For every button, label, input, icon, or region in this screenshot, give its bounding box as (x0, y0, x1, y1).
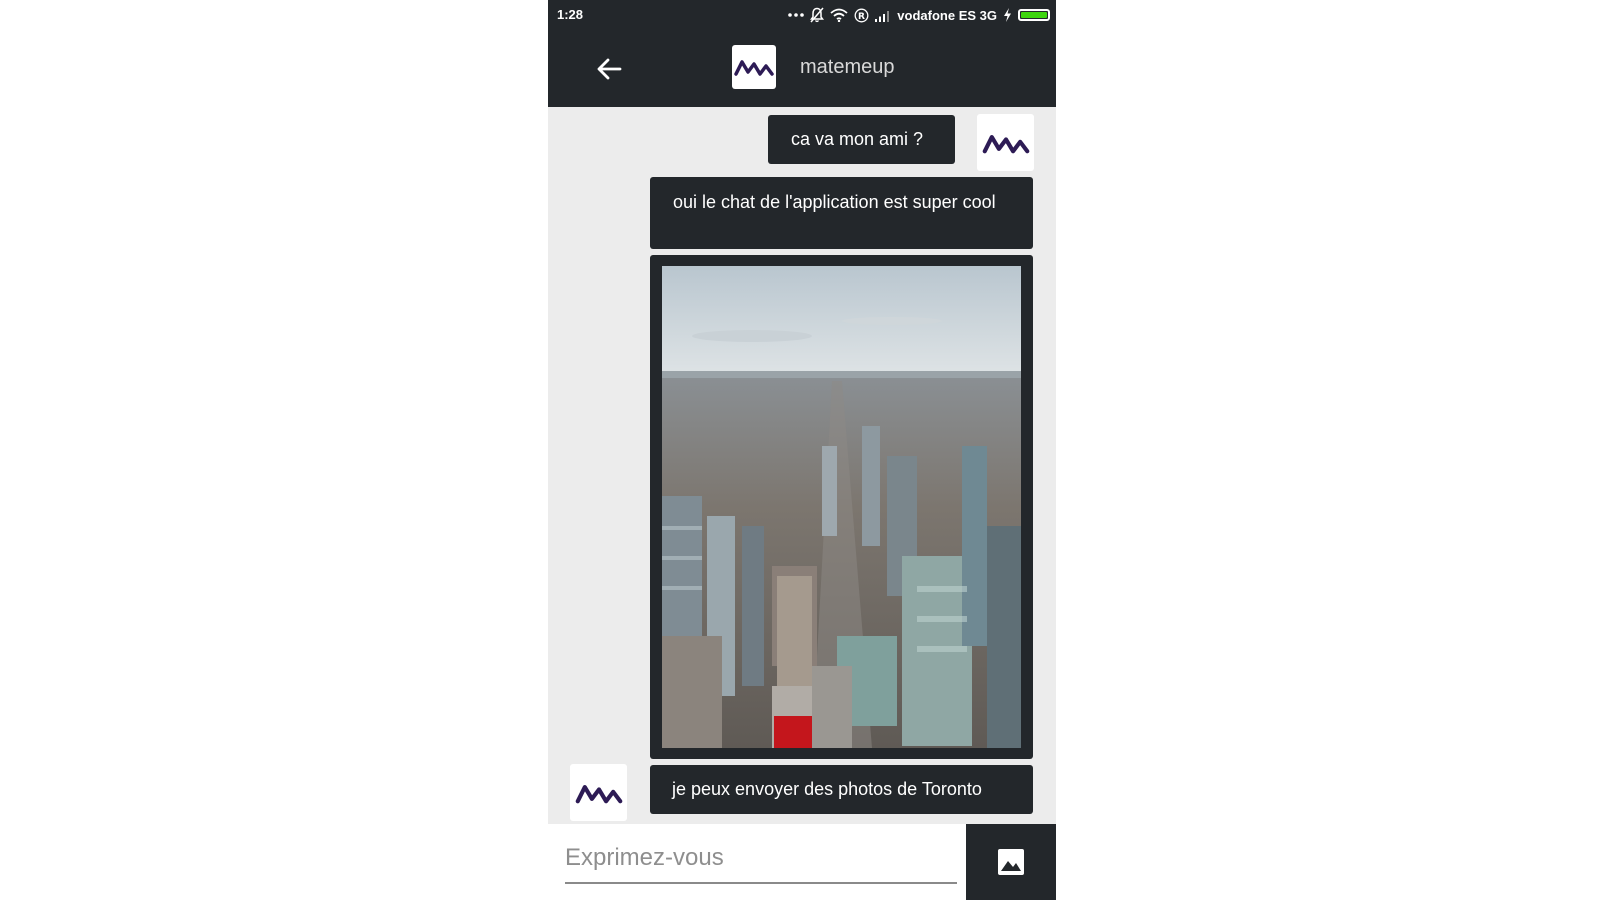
chat-title: matemeup (800, 56, 895, 78)
avatar-self[interactable] (977, 114, 1034, 171)
header-avatar[interactable] (732, 45, 776, 89)
arrow-left-icon (597, 58, 622, 80)
phone-screen: 1:28 R vodafone ES 3G matemeup ca va mon… (548, 0, 1056, 900)
wifi-icon (830, 8, 848, 22)
image-icon (998, 849, 1024, 875)
more-dots-icon (788, 12, 805, 18)
battery-level (1021, 12, 1047, 18)
message-text: ca va mon ami ? (791, 129, 924, 149)
signal-icon (875, 9, 891, 22)
status-bar: 1:28 R vodafone ES 3G (548, 0, 1056, 30)
message-input-bar (548, 824, 1056, 900)
battery-icon (1018, 9, 1050, 21)
matemeup-logo-icon (734, 60, 774, 76)
message-image-bubble[interactable] (650, 255, 1033, 759)
send-image-button[interactable] (966, 824, 1056, 900)
status-time: 1:28 (557, 7, 584, 22)
status-icons: R vodafone ES 3G (788, 6, 1050, 24)
message-text: oui le chat de l'application est super c… (673, 192, 996, 212)
message-bubble-2: oui le chat de l'application est super c… (650, 177, 1033, 249)
message-bubble-1: ca va mon ami ? (768, 115, 955, 164)
roaming-icon: R (854, 8, 869, 23)
matemeup-logo-icon (982, 134, 1029, 153)
message-bubble-4: je peux envoyer des photos de Toronto (650, 765, 1033, 814)
svg-text:R: R (858, 12, 865, 22)
message-text: je peux envoyer des photos de Toronto (672, 779, 982, 799)
carrier-name: vodafone ES 3G (897, 7, 997, 23)
app-header: matemeup (548, 30, 1056, 107)
avatar-contact[interactable] (570, 764, 627, 821)
charging-icon (1003, 8, 1012, 22)
matemeup-logo-icon (575, 784, 622, 803)
bell-off-icon (810, 7, 825, 23)
toronto-photo[interactable] (662, 266, 1021, 748)
message-input[interactable] (565, 834, 957, 884)
back-button[interactable] (592, 52, 626, 86)
